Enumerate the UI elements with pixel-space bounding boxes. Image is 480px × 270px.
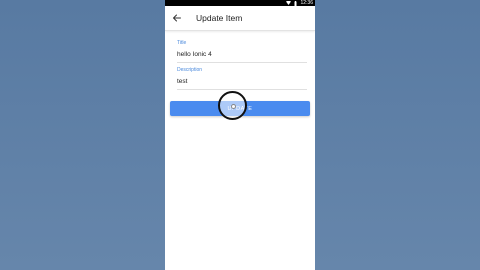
touch-point — [231, 104, 236, 109]
title-input[interactable]: hello Ionic 4 — [177, 51, 212, 59]
video-frame: 12:36 Update Item Title hello Ionic 4 De… — [0, 0, 480, 270]
phone-screen: 12:36 Update Item Title hello Ionic 4 De… — [165, 0, 315, 270]
wifi-icon — [286, 1, 292, 5]
arrow-left-icon — [172, 9, 181, 27]
title-field[interactable]: Title hello Ionic 4 — [177, 40, 307, 63]
back-button[interactable] — [169, 11, 183, 25]
toolbar: Update Item — [165, 6, 315, 31]
page-title: Update Item — [196, 13, 243, 23]
description-label: Description — [177, 67, 203, 73]
description-field[interactable]: Description test — [177, 67, 307, 90]
description-input[interactable]: test — [177, 78, 187, 86]
title-label: Title — [177, 40, 187, 46]
battery-icon — [294, 0, 297, 6]
